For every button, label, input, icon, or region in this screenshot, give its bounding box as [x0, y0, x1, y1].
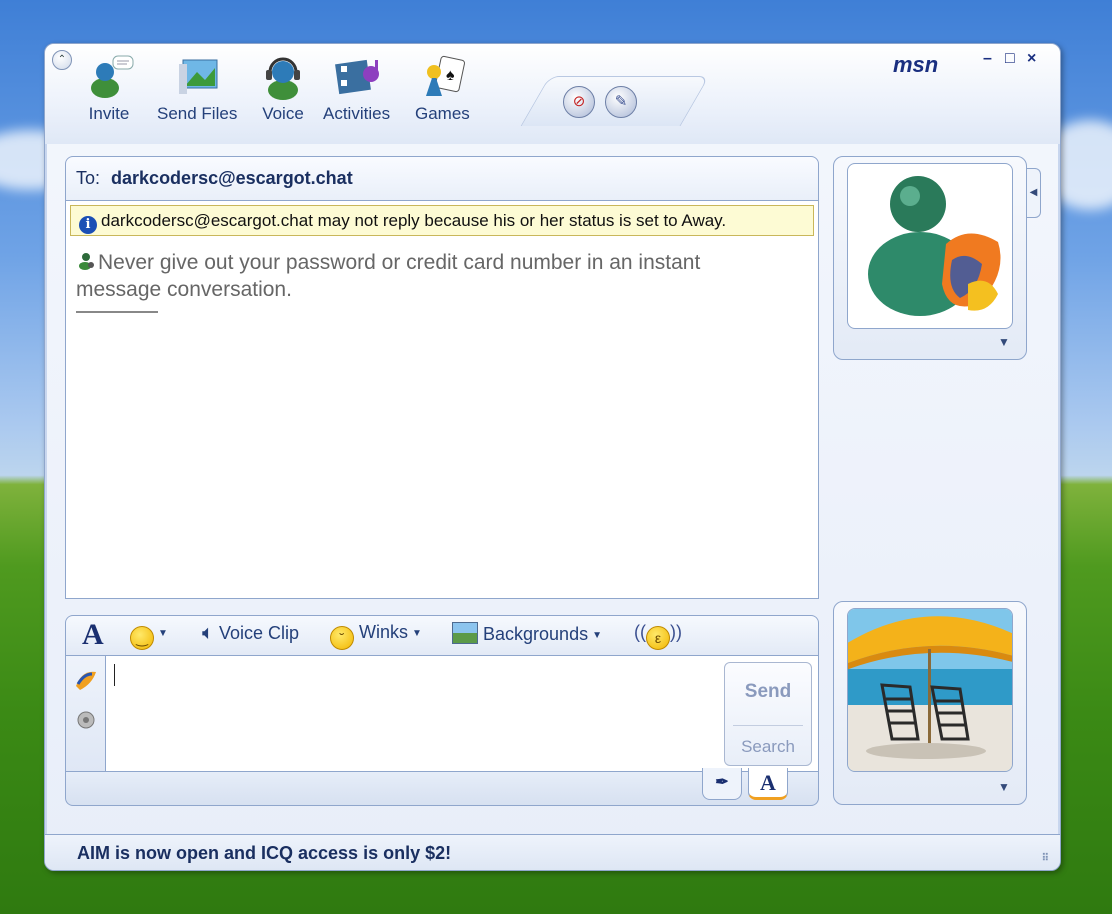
draw-button[interactable]: ✎	[605, 86, 637, 118]
send-button[interactable]: Send	[725, 681, 811, 703]
wink-icon: ˘	[330, 626, 354, 650]
my-display-picture[interactable]	[847, 608, 1013, 772]
nudge-icon: ((ε))	[634, 622, 682, 650]
collapse-pictures-tab[interactable]: ◀	[1027, 168, 1041, 218]
games-button[interactable]: ♠ Games	[415, 52, 470, 124]
notice-text: darkcodersc@escargot.chat may not reply …	[101, 211, 727, 230]
to-label: To:	[76, 168, 101, 188]
voice-clip-button[interactable]: 🔈︎ Voice Clip	[202, 622, 299, 645]
my-picture-frame: ▼	[833, 601, 1027, 805]
conversation-history: i darkcodersc@escargot.chat may not reply…	[65, 201, 819, 599]
activities-label: Activities	[323, 104, 391, 123]
games-label: Games	[415, 104, 470, 123]
compose-area: Send Search	[65, 655, 819, 772]
voice-icon	[257, 52, 309, 102]
compose-toolbar: A ‿ ▼ 🔈︎ Voice Clip ˘ Winks ▼ Backgrounds ▼…	[65, 615, 819, 655]
info-icon: i	[79, 216, 97, 234]
msn-buddy-icon	[868, 176, 1001, 316]
block-icon: ⊘	[572, 93, 586, 110]
chevron-down-icon: ▼	[592, 630, 602, 641]
backgrounds-label: Backgrounds	[483, 624, 589, 644]
nudge-button[interactable]: ((ε))	[634, 622, 682, 650]
smiley-icon: ‿	[130, 626, 154, 650]
font-button[interactable]: A	[82, 620, 104, 650]
handwriting-icon[interactable]	[72, 666, 100, 700]
contact-picture-frame: ▼	[833, 156, 1027, 360]
send-files-label: Send Files	[157, 104, 238, 123]
contact-picture-dropdown[interactable]: ▼	[998, 335, 1010, 349]
type-tab[interactable]: A	[748, 768, 788, 800]
conversation-window: ⌃ Invite Send Files Voice Activities ♠ G…	[44, 43, 1061, 871]
search-button[interactable]: Search	[725, 737, 811, 757]
beach-picture	[848, 609, 1012, 771]
invite-button[interactable]: Invite	[83, 52, 135, 124]
minimize-button[interactable]: –	[983, 50, 992, 68]
contact-display-picture[interactable]	[847, 163, 1013, 329]
contact-address[interactable]: darkcodersc@escargot.chat	[111, 168, 353, 188]
draw-icon: ✎	[614, 93, 628, 110]
svg-text:♠: ♠	[446, 67, 455, 84]
chevron-down-icon: ▼	[158, 628, 168, 639]
send-files-icon	[171, 52, 223, 102]
compose-side-panel	[66, 656, 106, 771]
invite-label: Invite	[88, 104, 130, 123]
games-icon: ♠	[416, 52, 468, 102]
pen-icon: ✒	[715, 774, 729, 791]
system-menu-button[interactable]: ⌃	[52, 50, 72, 70]
close-button[interactable]: ×	[1027, 50, 1036, 68]
message-input[interactable]	[114, 664, 115, 686]
warning-person-icon	[76, 251, 96, 271]
away-notice: i darkcodersc@escargot.chat may not reply…	[70, 205, 814, 236]
resize-grip-icon[interactable]: ⠿	[1042, 853, 1050, 864]
handwriting-tab[interactable]: ✒	[702, 768, 742, 800]
activities-button[interactable]: Activities	[323, 52, 390, 124]
chevron-down-icon: ▼	[412, 628, 422, 639]
block-button[interactable]: ⊘	[563, 86, 595, 118]
speaker-icon: 🔈︎	[202, 622, 214, 644]
security-warning: Never give out your password or credit c…	[76, 249, 776, 303]
winks-button[interactable]: ˘ Winks ▼	[330, 622, 422, 650]
msn-logo: msn	[893, 52, 939, 77]
emoticon-button[interactable]: ‿ ▼	[130, 622, 168, 650]
compose-mode-bar: ✒ A	[65, 768, 819, 806]
invite-icon	[83, 52, 135, 102]
status-bar-text[interactable]: AIM is now open and ICQ access is only $…	[77, 843, 451, 863]
voice-clip-label: Voice Clip	[219, 623, 300, 643]
sound-icon[interactable]	[74, 708, 98, 737]
my-picture-dropdown[interactable]: ▼	[998, 780, 1010, 794]
send-search-divider	[733, 725, 803, 726]
send-button-group: Send Search	[724, 662, 812, 766]
send-files-button[interactable]: Send Files	[157, 52, 237, 124]
to-bar: To: darkcodersc@escargot.chat	[65, 156, 819, 201]
warning-text: Never give out your password or credit c…	[76, 251, 701, 301]
message-separator	[76, 311, 158, 313]
voice-label: Voice	[262, 104, 304, 123]
status-bar: AIM is now open and ICQ access is only $…	[45, 834, 1060, 870]
activities-icon	[331, 52, 383, 102]
backgrounds-icon	[452, 622, 478, 644]
backgrounds-button[interactable]: Backgrounds ▼	[452, 622, 602, 645]
maximize-button[interactable]: □	[1005, 50, 1015, 68]
winks-label: Winks	[359, 622, 409, 642]
voice-button[interactable]: Voice	[257, 52, 309, 124]
